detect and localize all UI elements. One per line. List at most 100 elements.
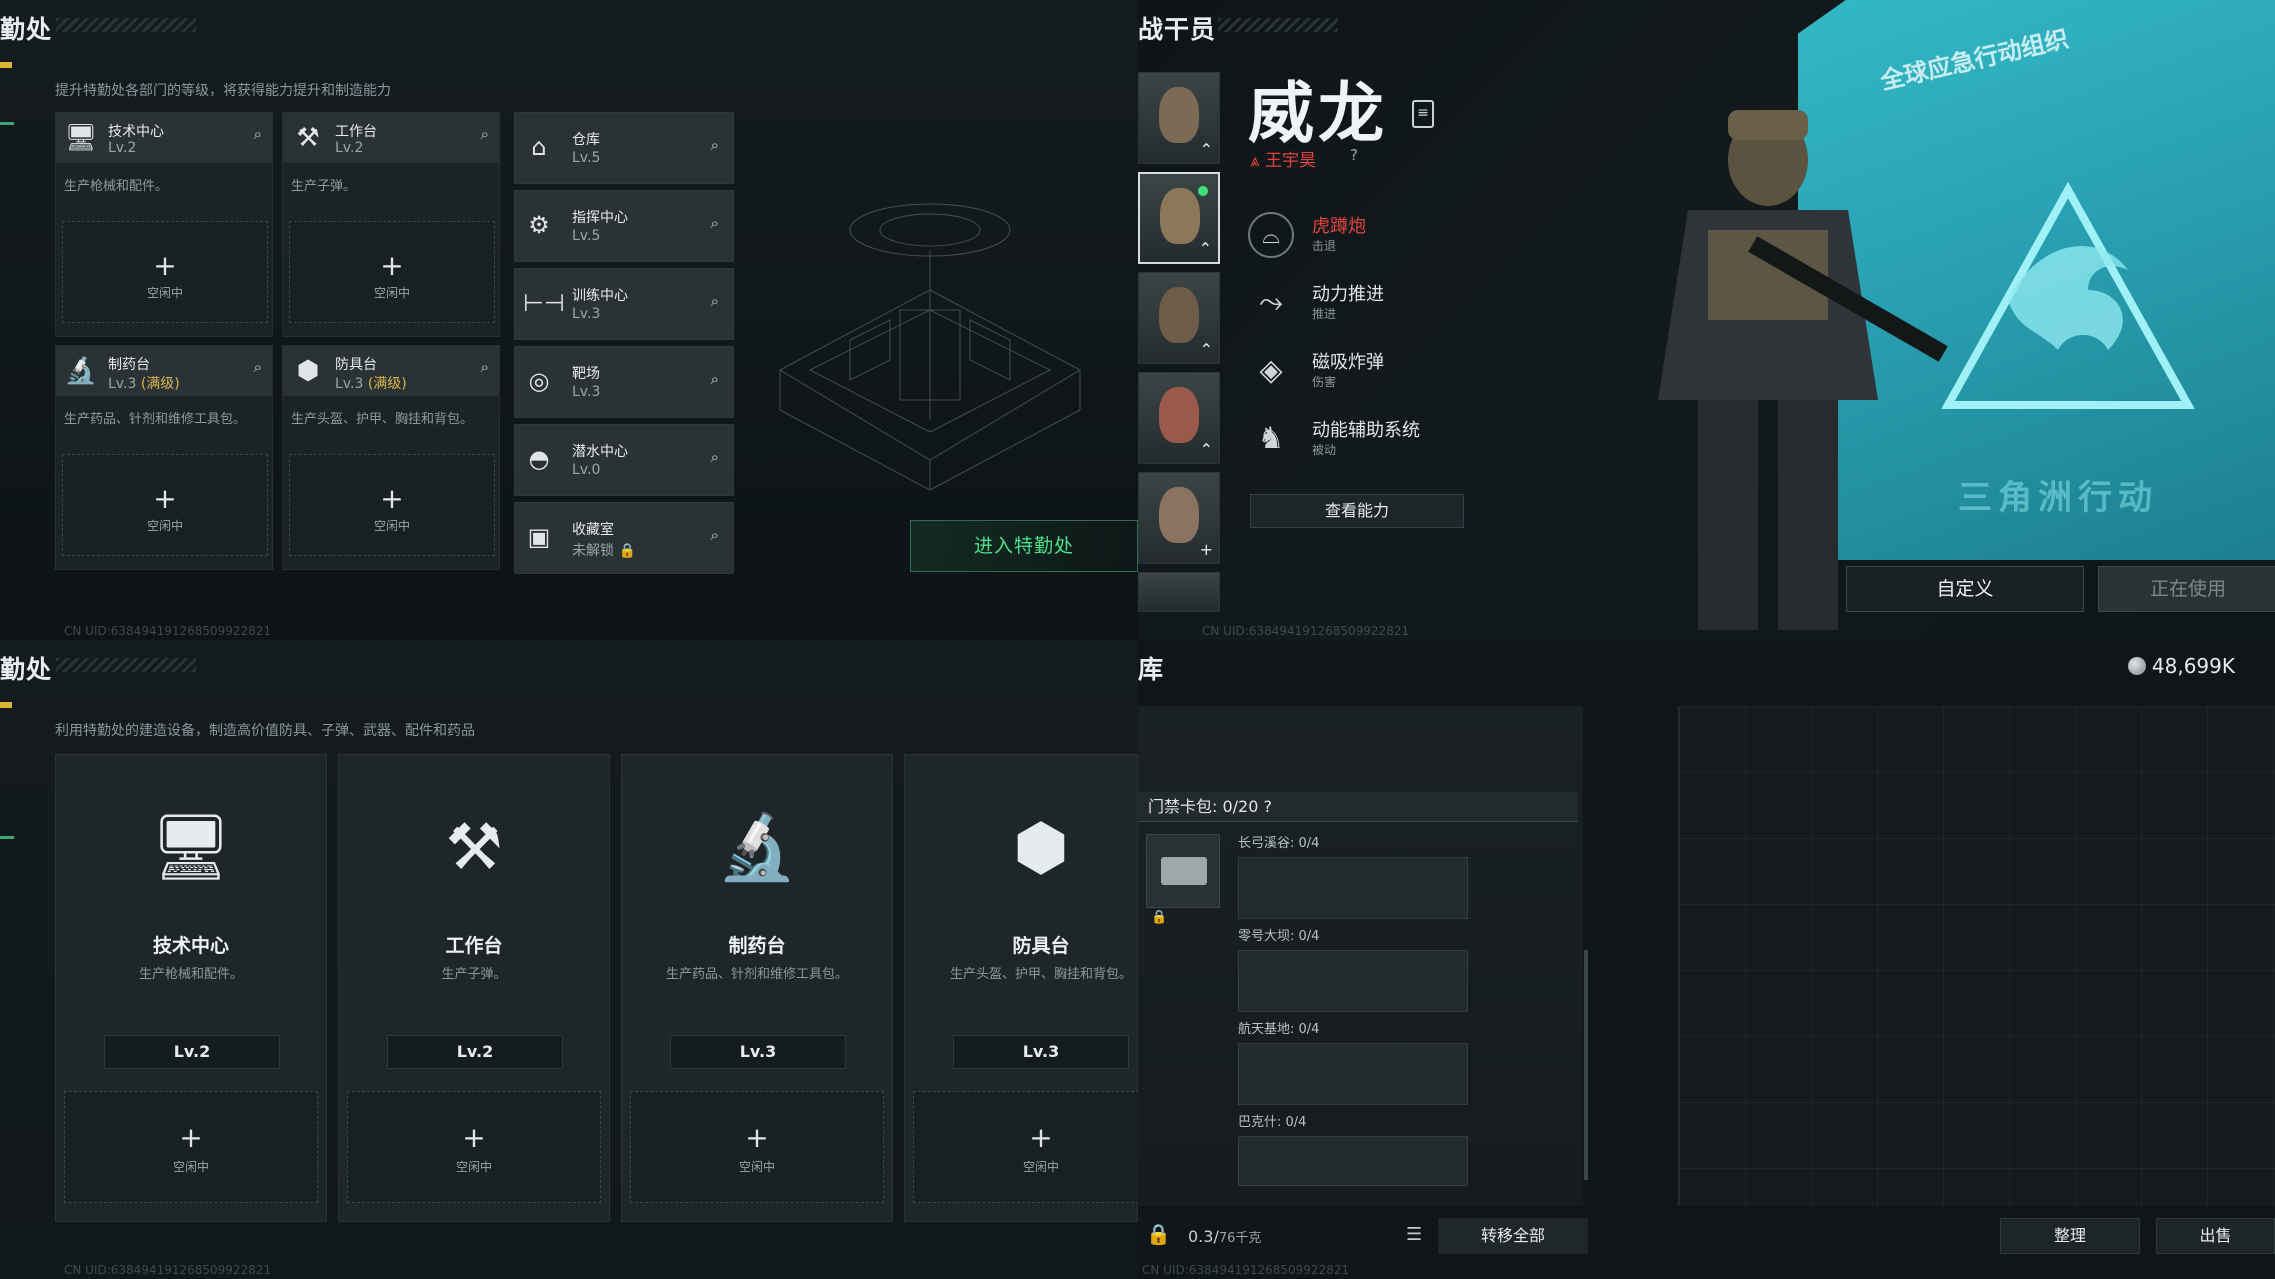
card-header: 🔬 制药台 Lv.3 (满级) ⌕: [56, 346, 272, 396]
card-level: Lv.2: [108, 140, 137, 156]
production-slot[interactable]: + 空闲中: [62, 221, 268, 323]
card-header: 🖥 技术中心 Lv.2 ⌕: [56, 113, 272, 163]
card-name: 防具台: [1012, 935, 1070, 957]
add-icon: +: [1029, 1121, 1053, 1154]
card-level: Lv.3: [953, 1035, 1129, 1069]
facility-card-training-center[interactable]: ⊢⊣ 训练中心 Lv.3 ⌕: [514, 268, 734, 340]
category-slot[interactable]: [1238, 1136, 1468, 1186]
production-slot[interactable]: + 空闲中: [630, 1091, 884, 1203]
search-icon[interactable]: ⌕: [481, 358, 489, 376]
facility-card-diving-center[interactable]: ◓ 潜水中心 Lv.0 ⌕: [514, 424, 734, 496]
production-slot[interactable]: + 空闲中: [347, 1091, 601, 1203]
monitor-icon: 🖥: [150, 811, 232, 885]
card-name: 训练中心: [572, 288, 628, 304]
facility-card-tech-center[interactable]: 🖥 技术中心 生产枪械和配件。 Lv.2 + 空闲中: [55, 754, 327, 1222]
search-icon[interactable]: ⌕: [711, 214, 719, 232]
cannon-icon: ⌓: [1248, 212, 1294, 258]
add-icon: +: [380, 249, 404, 282]
facility-card-command-center[interactable]: ⚙ 指挥中心 Lv.5 ⌕: [514, 190, 734, 262]
search-icon[interactable]: ⌕: [711, 136, 719, 154]
help-icon[interactable]: ?: [1350, 146, 1358, 164]
chevron-up-icon: ⌃: [1199, 340, 1213, 359]
search-icon[interactable]: ⌕: [711, 526, 719, 544]
production-slot[interactable]: + 空闲中: [289, 221, 495, 323]
slot-status: 空闲中: [172, 1160, 209, 1174]
transfer-all-button[interactable]: 转移全部: [1438, 1218, 1588, 1254]
enter-special-ops-button[interactable]: 进入特勤处: [910, 520, 1138, 572]
operator-portrait-selected[interactable]: ⌃: [1138, 172, 1220, 264]
facility-card-armor-bench[interactable]: ⬢ 防具台 Lv.3 (满级) ⌕ 生产头盔、护甲、胸挂和背包。 + 空闲中: [282, 345, 500, 570]
lock-icon[interactable]: 🔒: [1146, 1222, 1171, 1246]
category-label: 零号大坝: 0/4: [1238, 929, 1320, 944]
coin-icon: [2127, 657, 2146, 675]
add-icon: +: [745, 1121, 769, 1154]
facility-card-workbench[interactable]: ⚒ 工作台 Lv.2 ⌕ 生产子弹。 + 空闲中: [282, 112, 500, 337]
category-slot[interactable]: [1238, 950, 1468, 1012]
ability-name: 动力推进: [1312, 284, 1384, 305]
view-abilities-button[interactable]: 查看能力: [1250, 494, 1464, 528]
facility-card-workbench[interactable]: ⚒ 工作台 生产子弹。 Lv.2 + 空闲中: [338, 754, 610, 1222]
search-icon[interactable]: ⌕: [254, 125, 262, 143]
operator-portrait[interactable]: ⌃: [1138, 372, 1220, 464]
ability-item[interactable]: ◈ 磁吸炸弹 伤害: [1248, 342, 1508, 402]
ability-name: 磁吸炸弹: [1312, 352, 1384, 373]
ability-item[interactable]: ♞ 动能辅助系统 被动: [1248, 410, 1508, 470]
card-name: 技术中心: [152, 935, 229, 957]
slot-status: 空闲中: [146, 519, 183, 533]
slot-status: 空闲中: [1022, 1160, 1059, 1174]
add-icon: +: [462, 1121, 486, 1154]
sell-button[interactable]: 出售: [2156, 1218, 2275, 1254]
customize-button[interactable]: 自定义: [1846, 566, 2084, 612]
active-dot-icon: [1198, 186, 1208, 196]
ability-item[interactable]: ⤳ 动力推进 推进: [1248, 274, 1508, 334]
uid-label: CN UID:638494191268509922821: [1202, 624, 1410, 638]
search-icon[interactable]: ⌕: [711, 292, 719, 310]
keycard-pack-item[interactable]: 🔒: [1146, 834, 1220, 925]
ability-item[interactable]: ⌓ 虎蹲炮 击退: [1248, 206, 1508, 266]
add-icon: +: [153, 482, 177, 515]
card-description: 生产药品、针剂和维修工具包。: [665, 967, 848, 982]
production-slot[interactable]: + 空闲中: [64, 1091, 318, 1203]
slot-status: 空闲中: [455, 1160, 492, 1174]
facility-card-tech-center[interactable]: 🖥 技术中心 Lv.2 ⌕ 生产枪械和配件。 + 空闲中: [55, 112, 273, 337]
list-icon[interactable]: ☰: [1406, 1224, 1422, 1245]
title-decoration: [56, 658, 196, 672]
operator-portrait[interactable]: +: [1138, 472, 1220, 564]
profile-doc-icon[interactable]: ≡: [1412, 100, 1434, 128]
card-name: 收藏室: [572, 522, 614, 538]
production-slot[interactable]: + 空闲中: [289, 454, 495, 556]
search-icon[interactable]: ⌕: [254, 358, 262, 376]
storage-grid[interactable]: [1678, 706, 2275, 1206]
keycard-pack-icon: [1161, 857, 1207, 885]
chevron-up-icon: ⌃: [1199, 140, 1213, 159]
category-slot[interactable]: [1238, 857, 1468, 919]
card-name: 工作台: [445, 935, 503, 957]
card-level: Lv.3: [572, 384, 601, 400]
scrollbar[interactable]: [1584, 950, 1588, 1180]
search-icon[interactable]: ⌕: [481, 125, 489, 143]
operator-portrait[interactable]: [1138, 572, 1220, 612]
production-slot[interactable]: + 空闲中: [62, 454, 268, 556]
operator-portrait[interactable]: ⌃: [1138, 272, 1220, 364]
help-icon[interactable]: ?: [1264, 797, 1273, 816]
page-description: 利用特勤处的建造设备，制造高价值防具、子弹、武器、配件和药品: [55, 723, 475, 739]
facility-card-pharmacy[interactable]: 🔬 制药台 Lv.3 (满级) ⌕ 生产药品、针剂和维修工具包。 + 空闲中: [55, 345, 273, 570]
slot-status: 空闲中: [738, 1160, 775, 1174]
facility-card-pharmacy[interactable]: 🔬 制药台 生产药品、针剂和维修工具包。 Lv.3 + 空闲中: [621, 754, 893, 1222]
operator-portrait[interactable]: ⌃: [1138, 72, 1220, 164]
card-level: Lv.5: [572, 150, 601, 166]
production-slot[interactable]: + 空闲中: [913, 1091, 1138, 1203]
keycard-pack-header: 门禁卡包: 0/20 ?: [1138, 792, 1578, 822]
facility-card-armor-bench[interactable]: ⬢ 防具台 生产头盔、护甲、胸挂和背包。 Lv.3 + 空闲中: [904, 754, 1138, 1222]
sort-button[interactable]: 整理: [2000, 1218, 2140, 1254]
facility-card-collection-room[interactable]: ▣ 收藏室 未解锁 🔒 ⌕: [514, 502, 734, 574]
facility-card-shooting-range[interactable]: ◎ 靶场 Lv.3 ⌕: [514, 346, 734, 418]
category-slot[interactable]: [1238, 1043, 1468, 1105]
search-icon[interactable]: ⌕: [711, 448, 719, 466]
search-icon[interactable]: ⌕: [711, 370, 719, 388]
edge-marker: [0, 62, 12, 68]
edge-marker: [0, 702, 12, 708]
facility-card-warehouse[interactable]: ⌂ 仓库 Lv.5 ⌕: [514, 112, 734, 184]
edge-indicator: [0, 836, 14, 839]
card-name: 工作台: [335, 124, 377, 140]
